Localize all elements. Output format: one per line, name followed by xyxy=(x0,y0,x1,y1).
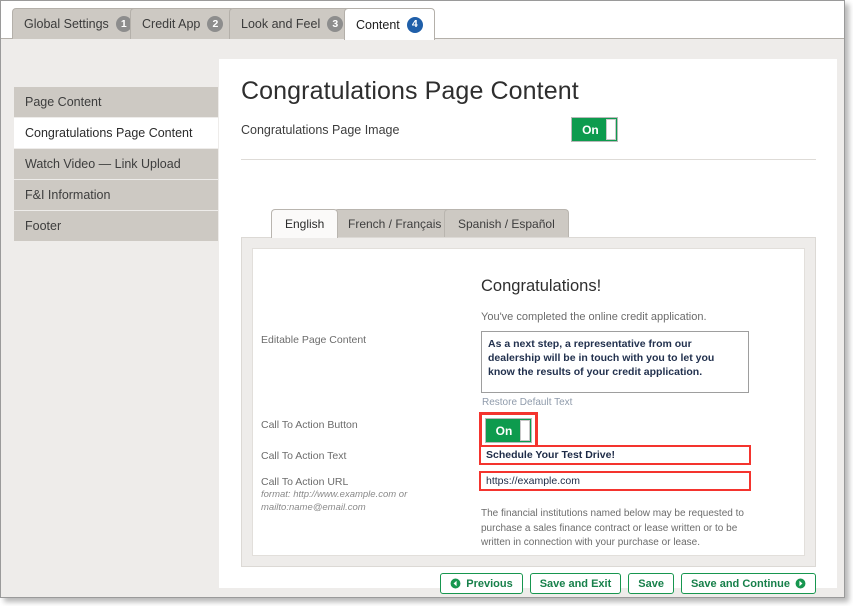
congratulations-page-image-row: Congratulations Page Image On xyxy=(241,117,816,142)
tab-badge: 2 xyxy=(207,16,224,32)
sidebar-item-label: Page Content xyxy=(25,95,102,109)
language-tab-french[interactable]: French / Français xyxy=(334,209,456,237)
sidebar-item-label: Congratulations Page Content xyxy=(25,126,193,140)
language-tab-spanish[interactable]: Spanish / Español xyxy=(444,209,569,237)
circle-left-arrow-icon xyxy=(450,578,461,589)
toggle-knob xyxy=(606,119,617,140)
sidebar-item-fi-information[interactable]: F&I Information xyxy=(14,180,218,210)
language-content-inner: Congratulations! You've completed the on… xyxy=(252,248,805,556)
call-to-action-button-toggle[interactable]: On xyxy=(485,418,532,443)
call-to-action-text-input[interactable] xyxy=(479,445,751,465)
preview-heading: Congratulations! xyxy=(481,277,602,295)
button-label: Previous xyxy=(466,577,513,590)
call-to-action-url-input[interactable] xyxy=(479,471,751,491)
button-label: Save and Continue xyxy=(690,577,790,590)
language-tab-label: Spanish / Español xyxy=(458,216,555,231)
tab-label: Credit App xyxy=(142,17,201,31)
previous-button[interactable]: Previous xyxy=(440,573,523,594)
congratulations-page-image-label: Congratulations Page Image xyxy=(241,122,400,137)
call-to-action-button-highlight: On xyxy=(479,412,538,449)
button-label: Save and Exit xyxy=(539,577,612,590)
sidebar-item-label: Footer xyxy=(25,219,62,233)
restore-default-text-link[interactable]: Restore Default Text xyxy=(482,397,572,408)
tab-credit-app[interactable]: Credit App 2 xyxy=(130,8,236,39)
editable-page-content-textarea[interactable] xyxy=(481,331,749,393)
sidebar-item-label: Watch Video — Link Upload xyxy=(25,157,181,171)
tab-content[interactable]: Content 4 xyxy=(344,8,435,40)
save-button[interactable]: Save xyxy=(628,573,674,594)
language-tab-english[interactable]: English xyxy=(271,209,339,238)
tab-label: Look and Feel xyxy=(241,17,321,31)
preview-disclaimer-text: The financial institutions named below m… xyxy=(481,508,744,548)
save-and-exit-button[interactable]: Save and Exit xyxy=(529,573,622,594)
primary-tab-bar: Global Settings 1 Credit App 2 Look and … xyxy=(1,1,844,40)
sidebar-item-congratulations-page-content[interactable]: Congratulations Page Content xyxy=(14,118,218,148)
sidebar-item-footer[interactable]: Footer xyxy=(14,211,218,241)
main-content-panel: Congratulations Page Content Congratulat… xyxy=(219,59,837,594)
call-to-action-url-label: Call To Action URL format: http://www.ex… xyxy=(261,475,461,515)
tab-label: Content xyxy=(356,17,400,32)
call-to-action-text-label: Call To Action Text xyxy=(261,450,347,462)
editable-page-content-label: Editable Page Content xyxy=(261,334,367,346)
language-tab-bar: English French / Français Spanish / Espa… xyxy=(271,209,816,238)
sidebar: Page Content Congratulations Page Conten… xyxy=(14,87,218,242)
sidebar-item-watch-video-link-upload[interactable]: Watch Video — Link Upload xyxy=(14,149,218,179)
page-title: Congratulations Page Content xyxy=(241,77,579,105)
language-tab-label: French / Français xyxy=(348,216,442,231)
language-content-panel: Congratulations! You've completed the on… xyxy=(241,237,816,567)
language-tab-label: English xyxy=(285,217,325,231)
call-to-action-button-label: Call To Action Button xyxy=(261,419,358,431)
circle-right-arrow-icon xyxy=(795,578,806,589)
save-and-continue-button[interactable]: Save and Continue xyxy=(680,573,816,594)
tab-global-settings[interactable]: Global Settings 1 xyxy=(12,8,144,39)
footer-button-group: Previous Save and Exit Save Save and Con… xyxy=(241,573,816,594)
tab-look-and-feel[interactable]: Look and Feel 3 xyxy=(229,8,356,39)
toggle-knob xyxy=(520,420,530,441)
congratulations-page-image-toggle[interactable]: On xyxy=(571,117,619,142)
sidebar-item-page-content[interactable]: Page Content xyxy=(14,87,218,117)
call-to-action-url-label-text: Call To Action URL xyxy=(261,476,349,488)
tab-label: Global Settings xyxy=(24,17,109,31)
section-divider xyxy=(241,159,816,160)
tab-badge: 4 xyxy=(406,16,423,33)
application-window: Global Settings 1 Credit App 2 Look and … xyxy=(0,0,845,598)
tab-badge: 3 xyxy=(327,16,344,32)
preview-subheading: You've completed the online credit appli… xyxy=(481,311,707,323)
sidebar-item-label: F&I Information xyxy=(25,188,111,202)
call-to-action-url-format-hint: format: http://www.example.com or mailto… xyxy=(261,489,408,513)
button-label: Save xyxy=(638,577,664,590)
page-body: Page Content Congratulations Page Conten… xyxy=(1,39,844,597)
